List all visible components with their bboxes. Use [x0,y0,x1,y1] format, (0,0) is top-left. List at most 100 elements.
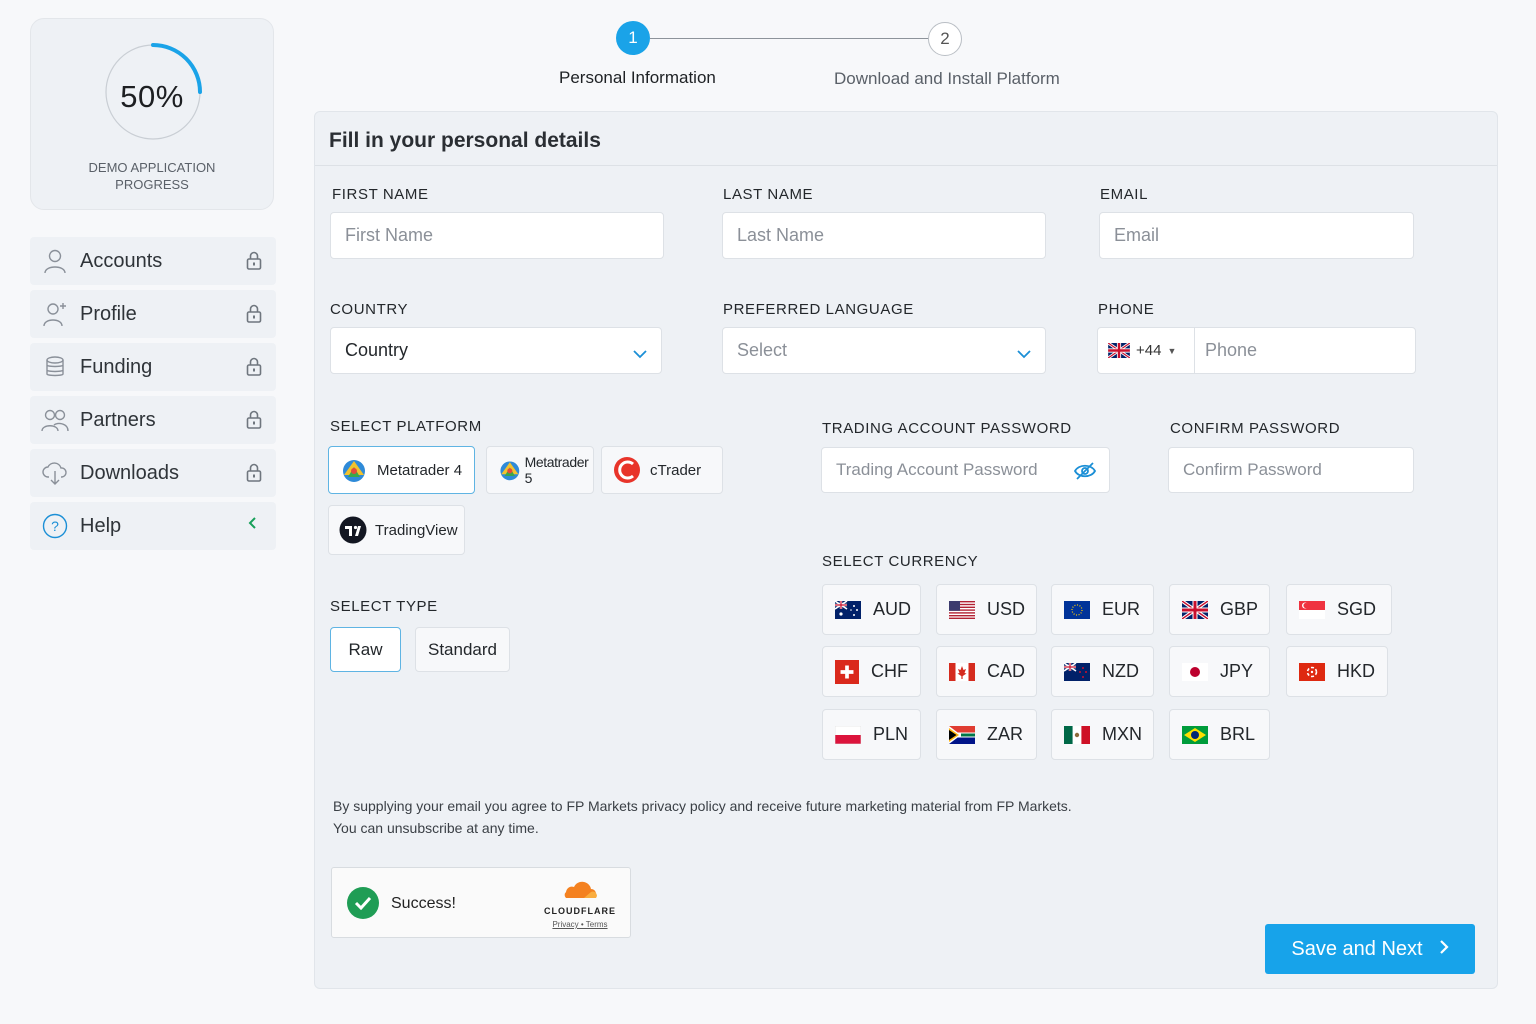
country-select-value: Country [345,340,409,360]
country-select[interactable]: Country [330,327,662,374]
confirm-password-input[interactable] [1183,460,1413,480]
sidebar-item-label: Profile [80,302,137,325]
metatrader-4-icon [343,460,365,482]
brazil-flag-icon [1182,725,1208,744]
platform-label: SELECT PLATFORM [330,418,482,435]
first-name-label: FIRST NAME [332,186,429,203]
currency-option-jpy[interactable]: JPY [1169,646,1270,697]
step-1-label: Personal Information [559,68,716,87]
platform-option-mt4[interactable]: Metatrader 4 [328,446,475,494]
sidebar-item-profile[interactable]: Profile [30,290,276,338]
currency-option-usd[interactable]: USD [936,584,1037,635]
cloudflare-logo: CLOUDFLARE Privacy • Terms [544,880,616,929]
platform-option-mt5[interactable]: Metatrader 5 [486,446,594,494]
sidebar-item-downloads[interactable]: Downloads [30,449,276,497]
sidebar-item-label: Downloads [80,461,179,484]
currency-option-cad[interactable]: CAD [936,646,1037,697]
platform-option-ctrader[interactable]: cTrader [601,446,723,494]
email-label: EMAIL [1100,186,1149,203]
currency-option-pln[interactable]: PLN [822,709,921,760]
sidebar-item-help[interactable]: ? Help [30,502,276,550]
usa-flag-icon [949,600,975,619]
user-icon [30,248,80,274]
mexico-flag-icon [1064,725,1090,744]
language-select[interactable]: Select [722,327,1046,374]
sidebar-item-label: Accounts [80,249,163,272]
phone-field: +44 ▼ [1097,327,1416,374]
currency-option-brl[interactable]: BRL [1169,709,1270,760]
australia-flag-icon [835,600,861,619]
currency-code: SGD [1337,599,1377,619]
trading-password-label: TRADING ACCOUNT PASSWORD [822,420,1072,437]
sidebar-item-accounts[interactable]: Accounts [30,237,276,285]
cloud-download-icon [30,460,80,486]
email-input[interactable] [1114,225,1413,246]
chevron-left-icon [248,514,258,535]
first-name-field [330,212,664,259]
currency-code: PLN [873,724,909,744]
currency-option-zar[interactable]: ZAR [936,709,1037,760]
sidebar-nav: Accounts Profile Funding Partners Downlo… [30,237,276,555]
phone-label: PHONE [1098,301,1155,318]
sidebar-item-label: Funding [80,355,153,378]
sidebar-item-partners[interactable]: Partners [30,396,276,444]
currency-option-chf[interactable]: CHF [822,646,921,697]
phone-input[interactable] [1195,340,1415,361]
phone-country-code-select[interactable]: +44 ▼ [1108,328,1195,373]
caret-down-icon: ▼ [1167,345,1177,356]
uk-flag-icon [1108,343,1130,358]
last-name-input[interactable] [737,225,1045,246]
first-name-input[interactable] [345,225,663,246]
platform-option-tradingview[interactable]: TradingView [328,505,465,555]
svg-text:?: ? [51,518,59,534]
currency-code: GBP [1220,599,1259,619]
cloudflare-cloud-icon [564,881,597,898]
currency-code: NZD [1102,661,1139,681]
currency-option-nzd[interactable]: NZD [1051,646,1154,697]
sidebar-item-funding[interactable]: Funding [30,343,276,391]
poland-flag-icon [835,725,861,744]
currency-option-eur[interactable]: EUR [1051,584,1154,635]
currency-code: MXN [1102,724,1142,744]
type-option-standard[interactable]: Standard [415,627,510,672]
users-icon [30,408,80,432]
progress-percent: 50% [120,79,184,114]
lock-icon [246,357,262,382]
switzerland-flag-icon [835,659,859,684]
type-option-raw[interactable]: Raw [330,627,401,672]
phone-country-code: +44 [1136,342,1162,359]
trading-password-input[interactable] [836,460,1109,480]
eye-slash-icon[interactable] [1073,461,1097,486]
chevron-right-icon [1439,938,1449,961]
coins-icon [30,355,80,379]
save-and-next-button[interactable]: Save and Next [1265,924,1475,974]
currency-option-sgd[interactable]: SGD [1286,584,1392,635]
lock-icon [246,463,262,488]
last-name-field [722,212,1046,259]
currency-label: SELECT CURRENCY [822,553,979,570]
trading-password-field [821,447,1110,493]
consent-text: By supplying your email you agree to FP … [333,795,1072,839]
currency-option-mxn[interactable]: MXN [1051,709,1154,760]
currency-code: AUD [873,599,912,619]
currency-option-aud[interactable]: AUD [822,584,921,635]
save-and-next-label: Save and Next [1291,937,1423,960]
cloudflare-wordmark: CLOUDFLARE [544,906,616,916]
platform-option-label: Metatrader 4 [377,461,463,479]
currency-code: HKD [1337,661,1376,681]
currency-code: EUR [1102,599,1141,619]
captcha-widget[interactable]: Success! CLOUDFLARE Privacy • Terms [331,867,631,938]
sidebar-item-label: Partners [80,408,156,431]
eu-flag-icon [1064,600,1090,619]
confirm-password-field [1168,447,1414,493]
new-zealand-flag-icon [1064,662,1090,681]
progress-label: DEMO APPLICATION PROGRESS [88,160,216,192]
confirm-password-label: CONFIRM PASSWORD [1170,420,1341,437]
step-1-indicator: 1 [616,21,650,55]
consent-line-2: You can unsubscribe at any time. [333,820,539,836]
platform-option-label: cTrader [650,461,702,479]
captcha-links[interactable]: Privacy • Terms [544,920,616,929]
currency-option-hkd[interactable]: HKD [1286,646,1388,697]
language-select-value: Select [737,340,788,360]
currency-option-gbp[interactable]: GBP [1169,584,1270,635]
